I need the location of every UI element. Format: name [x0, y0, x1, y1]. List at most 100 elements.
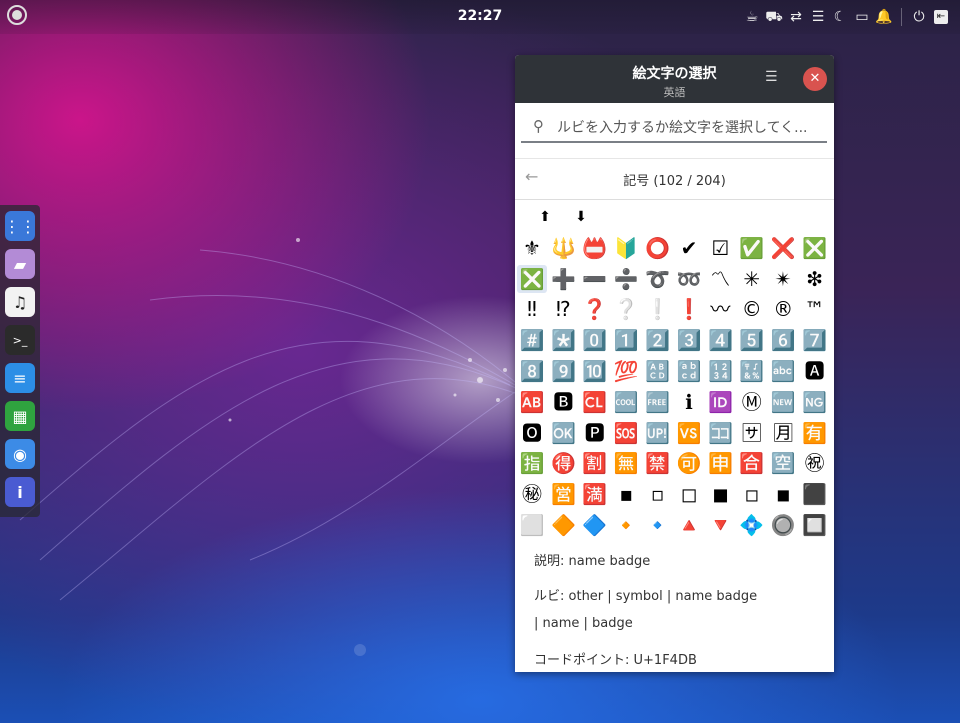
emoji-cell[interactable]: ⁉ [548, 295, 578, 323]
emoji-cell[interactable]: ❇ [800, 265, 830, 293]
folder-icon[interactable]: ▭ [851, 6, 873, 28]
text-editor-icon[interactable]: ≡ [5, 363, 35, 393]
files-icon[interactable]: ▰ [5, 249, 35, 279]
search-field[interactable]: ⚲ [521, 111, 827, 143]
emoji-cell[interactable]: 🈺 [548, 480, 578, 508]
emoji-cell[interactable]: ❌ [768, 234, 798, 262]
emoji-cell[interactable]: 🆔 [705, 388, 735, 416]
emoji-cell[interactable]: 🔟 [580, 357, 610, 385]
emoji-cell[interactable]: 1️⃣ [611, 326, 641, 354]
emoji-cell[interactable]: ➿ [674, 265, 704, 293]
emoji-cell[interactable]: ✅ [737, 234, 767, 262]
emoji-cell[interactable]: 🆗 [548, 419, 578, 447]
emoji-cell[interactable]: 🆖 [800, 388, 830, 416]
info-icon[interactable]: i [5, 477, 35, 507]
emoji-cell[interactable]: ❕ [643, 295, 673, 323]
emoji-cell[interactable]: 🔻 [705, 511, 735, 539]
emoji-cell[interactable]: ⬛ [800, 480, 830, 508]
emoji-cell[interactable]: 🔷 [580, 511, 610, 539]
apps-grid-icon[interactable]: ⋮⋮ [4, 211, 36, 241]
emoji-cell[interactable]: 🔘 [768, 511, 798, 539]
emoji-cell[interactable]: ❗ [674, 295, 704, 323]
emoji-cell[interactable]: 🆚 [674, 419, 704, 447]
emoji-cell[interactable]: *️⃣ [548, 326, 578, 354]
emoji-cell[interactable]: 🆒 [611, 388, 641, 416]
emoji-cell[interactable]: ◾ [768, 480, 798, 508]
emoji-cell[interactable]: ❎ [800, 234, 830, 262]
emoji-cell[interactable]: 🔺 [674, 511, 704, 539]
power-icon[interactable]: ⏻ [908, 6, 930, 28]
emoji-cell[interactable]: ☑ [705, 234, 735, 262]
emoji-cell[interactable]: ™ [800, 295, 830, 323]
emoji-cell[interactable]: ℹ [674, 388, 704, 416]
emoji-cell[interactable]: ⚜ [517, 234, 547, 262]
hamburger-menu-icon[interactable]: ☰ [765, 70, 779, 84]
emoji-cell[interactable]: 🔹 [643, 511, 673, 539]
emoji-cell[interactable]: 🈴 [737, 449, 767, 477]
emoji-cell[interactable]: 0️⃣ [580, 326, 610, 354]
emoji-cell[interactable]: ➕ [548, 265, 578, 293]
emoji-cell[interactable]: ▫ [643, 480, 673, 508]
emoji-cell[interactable]: 🔶 [548, 511, 578, 539]
transfer-icon[interactable]: ⇄ [785, 6, 807, 28]
emoji-cell[interactable]: 🔠 [643, 357, 673, 385]
emoji-cell[interactable]: ㊗ [800, 449, 830, 477]
emoji-cell[interactable]: 〰 [705, 295, 735, 323]
emoji-cell[interactable]: ◽ [737, 480, 767, 508]
emoji-cell[interactable]: 🔱 [548, 234, 578, 262]
menu-icon[interactable]: ☰ [807, 6, 829, 28]
emoji-cell[interactable]: 🈚 [611, 449, 641, 477]
emoji-cell[interactable]: 💠 [737, 511, 767, 539]
emoji-cell[interactable]: 3️⃣ [674, 326, 704, 354]
terminal-icon[interactable]: >_ [5, 325, 35, 355]
logout-icon[interactable]: ⇤ [934, 10, 948, 24]
emoji-cell[interactable]: 🈁 [705, 419, 735, 447]
emoji-cell[interactable]: ✔ [674, 234, 704, 262]
emoji-cell[interactable]: 〽 [705, 265, 735, 293]
emoji-cell[interactable]: 🆘 [611, 419, 641, 447]
emoji-cell[interactable]: 9️⃣ [548, 357, 578, 385]
emoji-cell[interactable]: 5️⃣ [737, 326, 767, 354]
emoji-cell[interactable]: ® [768, 295, 798, 323]
emoji-cell[interactable]: 🅰 [800, 357, 830, 385]
music-icon[interactable]: ♫ [5, 287, 35, 317]
emoji-cell[interactable]: 🉑 [674, 449, 704, 477]
emoji-cell[interactable]: 🉐 [548, 449, 578, 477]
emoji-cell[interactable]: ▪ [611, 480, 641, 508]
notification-icon[interactable]: 🔔 [873, 6, 895, 28]
emoji-cell[interactable]: 🔸 [611, 511, 641, 539]
emoji-cell[interactable]: Ⓜ [737, 388, 767, 416]
emoji-cell[interactable]: 🈂 [737, 419, 767, 447]
emoji-cell[interactable]: #️⃣ [517, 326, 547, 354]
emoji-cell[interactable]: 📛 [580, 234, 610, 262]
emoji-cell[interactable]: ⬇ [566, 203, 596, 231]
emoji-cell[interactable]: ✴ [768, 265, 798, 293]
emoji-cell[interactable]: 8️⃣ [517, 357, 547, 385]
emoji-cell[interactable]: 🅿 [580, 419, 610, 447]
emoji-cell[interactable]: 🈵 [580, 480, 610, 508]
search-input[interactable] [555, 115, 827, 141]
network-icon[interactable]: ⛟ [763, 6, 785, 28]
emoji-cell[interactable]: ⬜ [517, 511, 547, 539]
emoji-cell[interactable]: 6️⃣ [768, 326, 798, 354]
emoji-cell[interactable]: 🈳 [768, 449, 798, 477]
emoji-cell[interactable]: 🈹 [580, 449, 610, 477]
emoji-cell[interactable]: ㊙ [517, 480, 547, 508]
emoji-cell[interactable]: 🈸 [705, 449, 735, 477]
emoji-cell[interactable]: ➰ [643, 265, 673, 293]
emoji-cell[interactable]: 🆕 [768, 388, 798, 416]
emoji-cell[interactable]: 🈷 [768, 419, 798, 447]
emoji-cell[interactable]: 🔰 [611, 234, 641, 262]
emoji-cell[interactable]: ❔ [611, 295, 641, 323]
emoji-cell[interactable]: 💯 [611, 357, 641, 385]
emoji-cell[interactable]: 🆙 [643, 419, 673, 447]
browser-icon[interactable]: ◉ [5, 439, 35, 469]
emoji-cell[interactable]: ⬆ [530, 203, 560, 231]
emoji-cell[interactable]: 🈶 [800, 419, 830, 447]
emoji-cell[interactable]: ❓ [580, 295, 610, 323]
emoji-cell[interactable]: 🆑 [580, 388, 610, 416]
emoji-cell[interactable]: 4️⃣ [705, 326, 735, 354]
emoji-cell[interactable]: 🔤 [768, 357, 798, 385]
emoji-cell[interactable]: ✳ [737, 265, 767, 293]
emoji-cell[interactable]: 🔲 [800, 511, 830, 539]
